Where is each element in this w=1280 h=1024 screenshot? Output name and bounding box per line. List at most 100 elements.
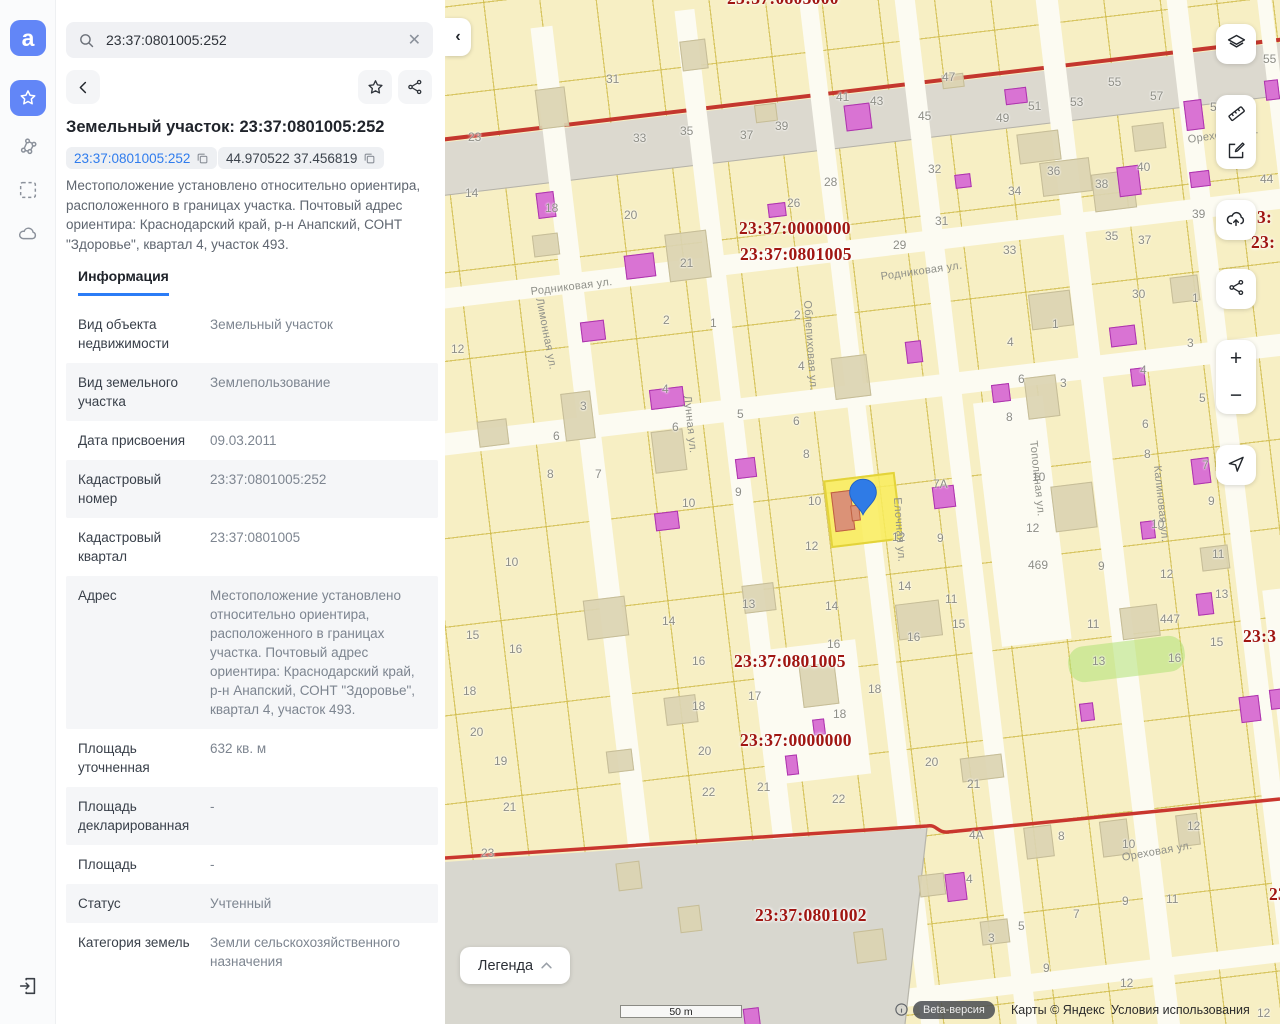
building-footprint (477, 418, 510, 447)
share-object-button[interactable] (398, 70, 432, 104)
parcel-number: 1 (1052, 317, 1059, 331)
street-name-label: Родниковая ул. (880, 260, 963, 283)
parcel-number: 9 (1122, 894, 1129, 908)
parcel-number: 41 (836, 90, 849, 104)
table-row: АдресМестоположение установлено относите… (66, 576, 438, 729)
parcel-number: 12 (1026, 521, 1039, 535)
parcel-number: 22 (702, 785, 715, 799)
parcel-number: 30 (1132, 287, 1145, 301)
parcel-number: 1 (710, 316, 717, 330)
parcel-number: 8 (803, 447, 810, 461)
parcel-number: 23 (468, 130, 481, 144)
registered-building (905, 340, 924, 364)
building-footprint (980, 918, 1011, 945)
polygon-tool-button[interactable] (10, 128, 46, 164)
parcel-number: 12 (805, 539, 818, 553)
back-button[interactable] (66, 70, 100, 104)
row-label: Площадь (78, 855, 198, 874)
row-value: - (210, 797, 215, 835)
edit-button[interactable] (1216, 132, 1256, 169)
share-map-button[interactable] (1216, 269, 1256, 309)
parcel-number: 19 (494, 754, 507, 768)
parcel-number: 7 (1202, 458, 1209, 472)
registered-building (1109, 324, 1137, 347)
app-logo[interactable]: a (10, 20, 46, 56)
copy-icon[interactable] (363, 152, 376, 165)
parcel-number: 40 (1137, 160, 1150, 174)
registered-building (735, 457, 757, 479)
tab-information[interactable]: Информация (78, 268, 169, 296)
parcel-number: 6 (553, 429, 560, 443)
coordinates-chip[interactable]: 44.970522 37.456819 (218, 147, 384, 169)
search-icon (78, 32, 95, 49)
select-area-button[interactable] (10, 172, 46, 208)
search-bar[interactable]: ✕ (66, 22, 433, 58)
building-footprint (679, 39, 708, 72)
parcel-number: 16 (827, 637, 840, 651)
registered-building (1196, 592, 1215, 616)
layers-button[interactable] (1216, 24, 1256, 64)
star-outline-icon (366, 78, 385, 97)
favorite-object-button[interactable] (358, 70, 392, 104)
icon-rail: a (0, 0, 56, 1024)
parcel-number: 469 (1028, 558, 1048, 572)
search-input[interactable] (104, 31, 408, 49)
parcel-number: 11 (1166, 892, 1178, 906)
cadastral-map[interactable]: 2331333537394143454749515355575155141820… (445, 0, 1280, 1024)
parcel-number: 7А (933, 477, 948, 491)
parcel-number: 21 (503, 800, 516, 814)
parcel-number: 4 (1007, 335, 1014, 349)
clear-search-icon[interactable]: ✕ (408, 30, 421, 50)
copy-icon[interactable] (196, 152, 209, 165)
share-icon (406, 78, 424, 96)
ruler-button[interactable] (1216, 95, 1256, 132)
parcel-number: 18 (463, 684, 476, 698)
parcel-number: 17 (748, 689, 761, 703)
parcel-number: 7 (595, 467, 602, 481)
object-details-panel: ✕ Земельный участок: 23:37:0801005:252 2… (55, 0, 445, 1024)
parcel-number: 18 (545, 201, 558, 215)
table-row: Вид земельного участкаЗемлепользование (66, 363, 438, 421)
zoom-in-button[interactable]: + (1216, 340, 1256, 377)
street-name-label: Лимонная ул. (533, 297, 559, 371)
upload-button[interactable] (1216, 200, 1256, 240)
parcel-number: 6 (1142, 417, 1149, 431)
parcel-number: 8 (1144, 447, 1151, 461)
zoom-out-button[interactable]: − (1216, 377, 1256, 414)
parcel-number: 55 (1108, 75, 1121, 89)
building-footprint (853, 928, 887, 963)
parcel-number: 10 (682, 496, 695, 510)
parcel-number: 3 (1060, 376, 1067, 390)
registered-building (991, 383, 1011, 403)
favorites-button[interactable] (10, 80, 46, 116)
scale-label: 50 m (669, 1006, 692, 1018)
parcel-number: 8 (1058, 829, 1065, 843)
row-label: Кадастровый номер (78, 470, 198, 508)
parcel-number: 20 (698, 744, 711, 758)
legend-button[interactable]: Легенда (460, 947, 570, 984)
collapse-panel-button[interactable]: ‹ (445, 18, 471, 56)
parcel-number: 16 (1168, 651, 1181, 665)
table-row: Кадастровый квартал23:37:0801005 (66, 518, 438, 576)
parcel-number: 49 (996, 111, 1009, 125)
parcel-number: 39 (1192, 207, 1205, 221)
polygon-nodes-icon (17, 135, 39, 157)
building-footprint (1050, 482, 1097, 533)
table-row: Площадь- (66, 845, 438, 884)
parcel-number: 35 (1105, 229, 1118, 243)
parcel-number: 45 (918, 109, 931, 123)
cloud-layers-button[interactable] (10, 216, 46, 252)
building-footprint (918, 872, 946, 897)
cadastral-number-chip[interactable]: 23:37:0801005:252 (66, 147, 217, 169)
row-label: Вид объекта недвижимости (78, 315, 198, 353)
street-name-label: Родниковая ул. (530, 276, 613, 298)
row-label: Адрес (78, 586, 198, 719)
building-footprint (560, 390, 596, 441)
locate-me-button[interactable] (1216, 445, 1256, 485)
parcel-number: 20 (925, 755, 938, 769)
login-button[interactable] (10, 968, 46, 1004)
parcel-number: 9 (1208, 494, 1215, 508)
registered-building (785, 754, 799, 775)
parcel-number: 43 (870, 94, 883, 108)
cadastral-number-link[interactable]: 23:37:0801005:252 (74, 151, 190, 166)
